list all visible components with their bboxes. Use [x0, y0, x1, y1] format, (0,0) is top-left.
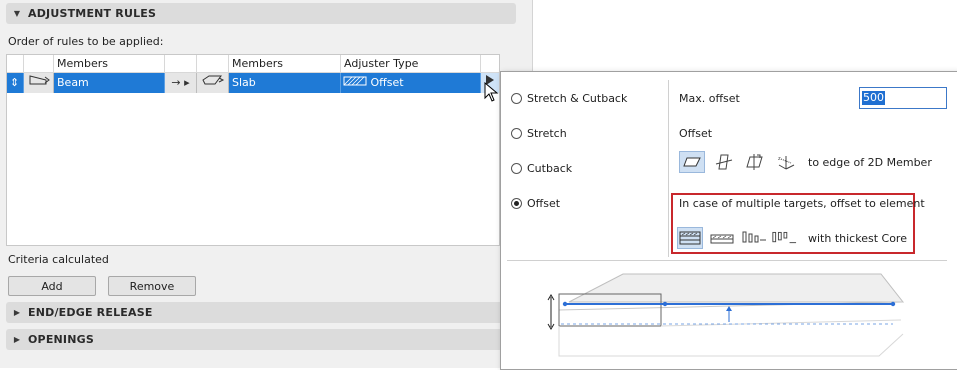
vertical-divider	[668, 80, 669, 257]
adjuster-type-popup: Stretch & Cutback Stretch Cutback Offset…	[500, 71, 957, 370]
collapse-triangle-icon: ▼	[13, 9, 21, 18]
radio-stretch-cutback[interactable]: Stretch & Cutback	[511, 92, 627, 105]
table-header: Members Members Adjuster Type	[7, 55, 499, 73]
expand-triangle-icon: ▶	[13, 308, 21, 317]
openings-header[interactable]: ▶ OPENINGS	[6, 329, 516, 350]
horizontal-divider	[507, 260, 947, 261]
radio-stretch[interactable]: Stretch	[511, 127, 567, 140]
slab-element-icon	[197, 73, 229, 93]
radio-label: Stretch & Cutback	[527, 92, 628, 105]
element-thickest-icon[interactable]	[709, 227, 735, 249]
max-offset-value: 500	[862, 91, 885, 105]
radio-dot	[511, 163, 522, 174]
header-spacer	[165, 55, 197, 72]
member-2-cell: Slab	[229, 73, 341, 93]
to-edge-label: to edge of 2D Member	[808, 156, 932, 169]
arrow-right-icon: → ▸	[165, 73, 197, 93]
radio-dot	[511, 93, 522, 104]
criteria-label: Criteria calculated	[8, 253, 109, 266]
section-title: OPENINGS	[28, 333, 94, 346]
offset-preview-illustration	[547, 273, 905, 357]
add-button[interactable]: Add	[8, 276, 96, 296]
radio-cutback[interactable]: Cutback	[511, 162, 572, 175]
radio-label: Offset	[527, 197, 561, 210]
radio-offset[interactable]: Offset	[511, 197, 560, 210]
offset-mode-vertical-icon[interactable]	[711, 151, 737, 173]
adjuster-type-cell[interactable]: Offset	[341, 73, 481, 93]
header-members-2[interactable]: Members	[229, 55, 341, 72]
section-title: ADJUSTMENT RULES	[28, 7, 157, 20]
multiple-targets-label: In case of multiple targets, offset to e…	[679, 197, 925, 210]
offset-mode-axis-icon[interactable]: z	[773, 151, 799, 173]
max-offset-label: Max. offset	[679, 92, 740, 105]
header-members-1[interactable]: Members	[54, 55, 165, 72]
element-bottom-icon[interactable]	[771, 227, 797, 249]
offset-label: Offset	[679, 127, 713, 140]
max-offset-input[interactable]: 500	[859, 87, 947, 109]
member-1-cell: Beam	[54, 73, 165, 93]
offset-icon	[343, 73, 367, 93]
expand-triangle-icon: ▶	[13, 335, 21, 344]
header-spacer	[7, 55, 24, 72]
table-row[interactable]: ⇕ Beam → ▸ Slab Offset	[7, 73, 499, 93]
radio-dot-selected	[511, 198, 522, 209]
thickest-core-label: with thickest Core	[808, 232, 907, 245]
end-edge-release-header[interactable]: ▶ END/EDGE RELEASE	[6, 302, 516, 323]
radio-label: Stretch	[527, 127, 567, 140]
header-adjuster-type[interactable]: Adjuster Type	[341, 55, 481, 72]
order-label: Order of rules to be applied:	[8, 35, 164, 48]
beam-element-icon	[24, 73, 54, 93]
adjuster-type-value: Offset	[370, 76, 404, 89]
mouse-cursor-icon	[484, 82, 499, 102]
element-top-icon[interactable]	[741, 227, 767, 249]
svg-text:z: z	[778, 156, 781, 162]
rules-table: Members Members Adjuster Type ⇕ Beam → ▸…	[6, 54, 500, 246]
section-title: END/EDGE RELEASE	[28, 306, 153, 319]
remove-button[interactable]: Remove	[108, 276, 196, 296]
drag-handle-icon[interactable]: ⇕	[7, 73, 24, 93]
offset-mode-flat-icon[interactable]	[679, 151, 705, 173]
settings-panel: ▼ ADJUSTMENT RULES Order of rules to be …	[0, 0, 533, 368]
adjustment-rules-header[interactable]: ▼ ADJUSTMENT RULES	[6, 3, 516, 24]
header-spacer	[24, 55, 54, 72]
header-spacer	[197, 55, 229, 72]
radio-dot	[511, 128, 522, 139]
radio-label: Cutback	[527, 162, 573, 175]
offset-mode-perpendicular-icon[interactable]	[741, 151, 767, 173]
element-thickest-core-icon[interactable]	[677, 227, 703, 249]
